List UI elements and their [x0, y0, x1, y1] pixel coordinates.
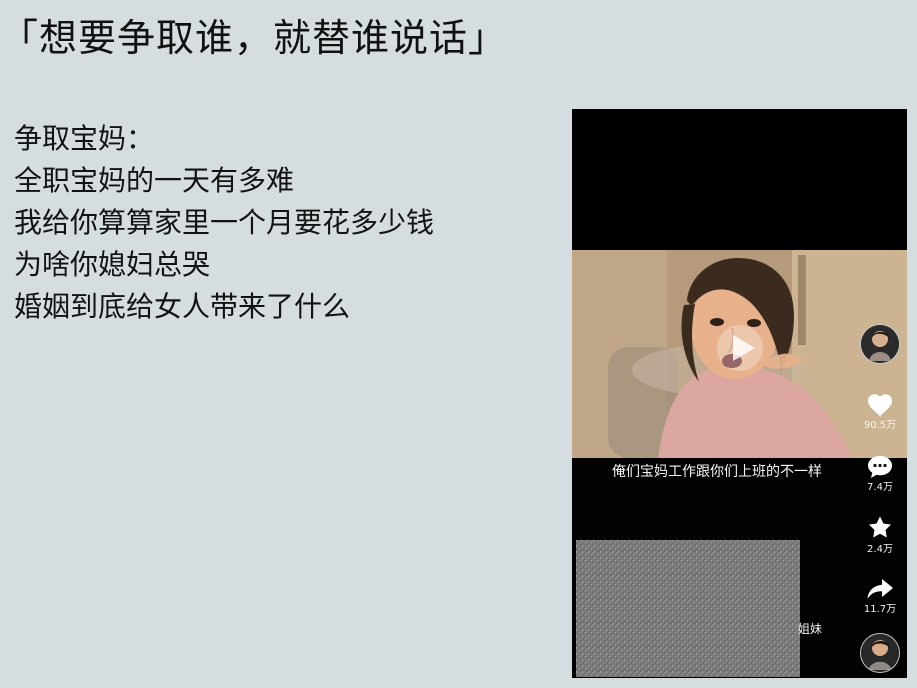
- favorite-count: 2.4万: [867, 544, 893, 555]
- avatar: [860, 324, 900, 364]
- slide-title: 「想要争取谁，就替谁说话」: [0, 16, 508, 60]
- short-video-screenshot: 俺们宝妈工作跟你们上班的不一样 90.5万 7.4万 2.4万 11.7万 姐妹: [572, 109, 907, 678]
- engagement-rail: 90.5万 7.4万 2.4万 11.7万: [853, 324, 907, 674]
- avatar-image: [861, 325, 899, 363]
- comment-action[interactable]: 7.4万: [858, 454, 902, 494]
- like-count: 90.5万: [863, 420, 897, 431]
- favorite-action[interactable]: 2.4万: [858, 514, 902, 556]
- creator-avatar-top[interactable]: [858, 324, 902, 364]
- avatar-image: [861, 634, 899, 672]
- topic-item: 为啥你媳妇总哭: [14, 248, 211, 281]
- topic-item: 我给你算算家里一个月要花多少钱: [14, 206, 435, 239]
- topic-item: 全职宝妈的一天有多难: [14, 164, 295, 197]
- door-frame: [798, 255, 806, 345]
- right-eye: [747, 319, 761, 327]
- blurred-thumbnail-placeholder: [576, 540, 800, 677]
- comment-count: 7.4万: [867, 482, 893, 493]
- bottom-name-text: 姐妹: [798, 622, 823, 636]
- share-action[interactable]: 11.7万: [858, 576, 902, 616]
- like-action[interactable]: 90.5万: [858, 394, 902, 432]
- topic-item: 婚姻到底给女人带来了什么: [14, 290, 351, 323]
- left-eye: [710, 318, 724, 326]
- comment-icon: [868, 456, 892, 478]
- creator-avatar-bottom[interactable]: [858, 633, 902, 673]
- share-icon: [867, 579, 893, 599]
- avatar: [860, 633, 900, 673]
- talking-points: 争取宝妈： 全职宝妈的一天有多难 我给你算算家里一个月要花多少钱 为啥你媳妇总哭…: [14, 118, 534, 328]
- share-count: 11.7万: [863, 604, 897, 615]
- section-label: 争取宝妈：: [14, 122, 155, 155]
- topic-list: 全职宝妈的一天有多难 我给你算算家里一个月要花多少钱 为啥你媳妇总哭 婚姻到底给…: [14, 160, 534, 328]
- presentation-slide: 「想要争取谁，就替谁说话」 争取宝妈： 全职宝妈的一天有多难 我给你算算家里一个…: [0, 0, 917, 688]
- noise-pattern: [576, 540, 800, 677]
- video-top-black-area: [572, 109, 907, 250]
- star-icon: [869, 516, 891, 538]
- heart-icon: [868, 394, 892, 417]
